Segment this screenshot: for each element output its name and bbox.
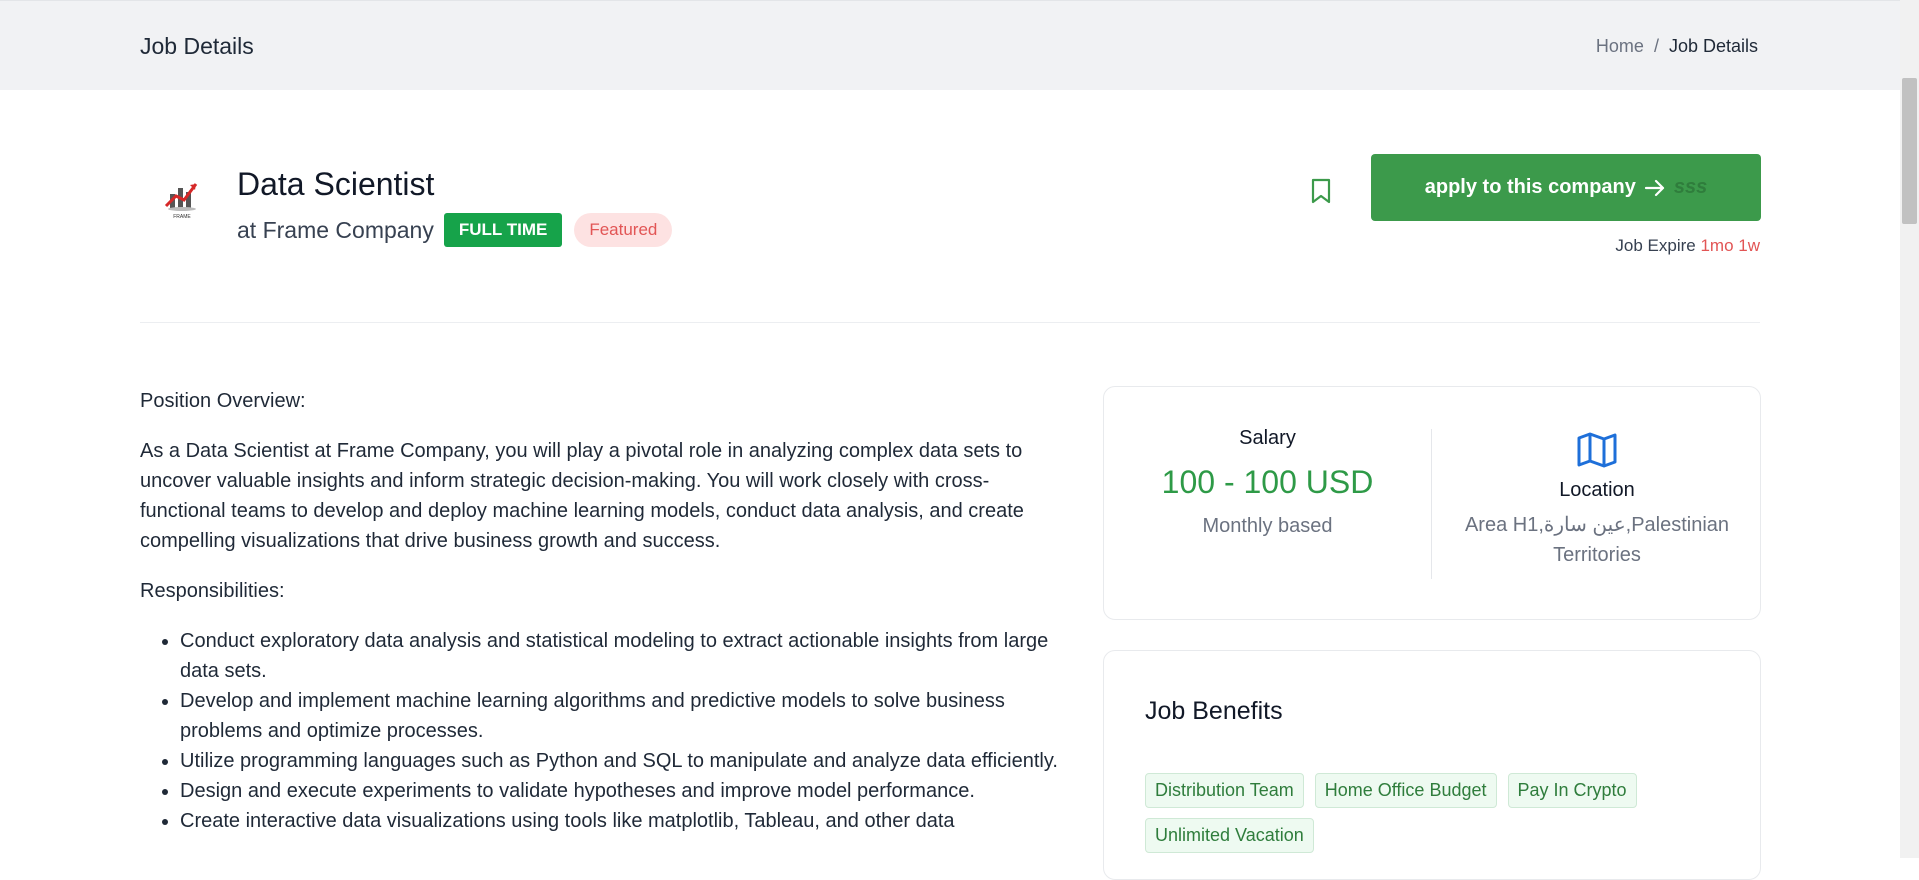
page-title: Job Details xyxy=(140,33,254,59)
benefit-tag: Home Office Budget xyxy=(1314,773,1497,808)
section-divider xyxy=(140,322,1760,323)
breadcrumb-current: Job Details xyxy=(1668,36,1758,56)
apply-button[interactable]: apply to this company sss xyxy=(1371,154,1761,221)
job-description: Position Overview: As a Data Scientist a… xyxy=(140,386,1070,836)
benefit-tag: Pay In Crypto xyxy=(1507,773,1637,808)
breadcrumb-separator: / xyxy=(1653,36,1659,56)
location-value: Area H1,عين سارة,Palestinian Territories xyxy=(1464,514,1730,566)
bookmark-button[interactable] xyxy=(1310,178,1332,204)
job-type-badge: FULL TIME xyxy=(443,213,563,247)
job-subtitle-row: at Frame Company FULL TIME Featured xyxy=(237,213,673,247)
benefits-card: Job Benefits Distribution Team Home Offi… xyxy=(1103,650,1761,880)
list-item: Develop and implement machine learning a… xyxy=(180,686,1070,746)
featured-badge: Featured xyxy=(574,213,673,247)
salary-basis: Monthly based xyxy=(1202,515,1333,537)
location-section: Location Area H1,عين سارة,Palestinian Te… xyxy=(1432,431,1762,570)
job-title: Data Scientist xyxy=(237,166,435,202)
list-item: Create interactive data visualizations u… xyxy=(180,806,1070,836)
salary-location-card: Salary 100 - 100 USD Monthly based Locat… xyxy=(1103,386,1761,620)
breadcrumb: Home / Job Details xyxy=(1596,36,1758,57)
location-label: Location xyxy=(1559,479,1635,501)
bookmark-icon xyxy=(1311,178,1331,204)
list-item: Utilize programming languages such as Py… xyxy=(180,746,1070,776)
expire-label: Job Expire xyxy=(1615,236,1696,255)
arrow-right-icon xyxy=(1644,179,1664,196)
vertical-scrollbar[interactable] xyxy=(1900,0,1919,858)
list-item: Conduct exploratory data analysis and st… xyxy=(180,626,1070,686)
salary-value: 100 - 100 USD xyxy=(1161,464,1374,500)
salary-section: Salary 100 - 100 USD Monthly based xyxy=(1104,427,1431,538)
apply-button-tail: sss xyxy=(1673,176,1708,198)
company-logo-text: FRAME xyxy=(173,214,191,220)
page-header: Job Details Home / Job Details xyxy=(0,0,1900,90)
overview-heading: Position Overview: xyxy=(140,390,306,412)
apply-button-label: apply to this company xyxy=(1424,176,1636,198)
overview-text: As a Data Scientist at Frame Company, yo… xyxy=(140,440,1024,552)
benefits-title: Job Benefits xyxy=(1145,697,1283,725)
benefit-tag: Unlimited Vacation xyxy=(1145,818,1314,853)
expire-value: 1mo 1w xyxy=(1700,236,1760,255)
company-logo-image: FRAME xyxy=(164,183,198,220)
job-expire: Job Expire 1mo 1w xyxy=(1615,236,1760,256)
company-name: at Frame Company xyxy=(237,216,434,243)
company-logo: FRAME xyxy=(152,172,212,232)
breadcrumb-home-link[interactable]: Home xyxy=(1596,36,1644,57)
benefit-tag: Distribution Team xyxy=(1145,773,1304,808)
benefit-tags: Distribution Team Home Office Budget Pay… xyxy=(1145,773,1705,853)
responsibilities-heading: Responsibilities: xyxy=(140,580,285,602)
scrollbar-thumb[interactable] xyxy=(1902,78,1917,224)
list-item: Design and execute experiments to valida… xyxy=(180,776,1070,806)
map-icon xyxy=(1577,432,1617,468)
salary-label: Salary xyxy=(1239,427,1296,449)
responsibilities-list: Conduct exploratory data analysis and st… xyxy=(140,626,1070,836)
